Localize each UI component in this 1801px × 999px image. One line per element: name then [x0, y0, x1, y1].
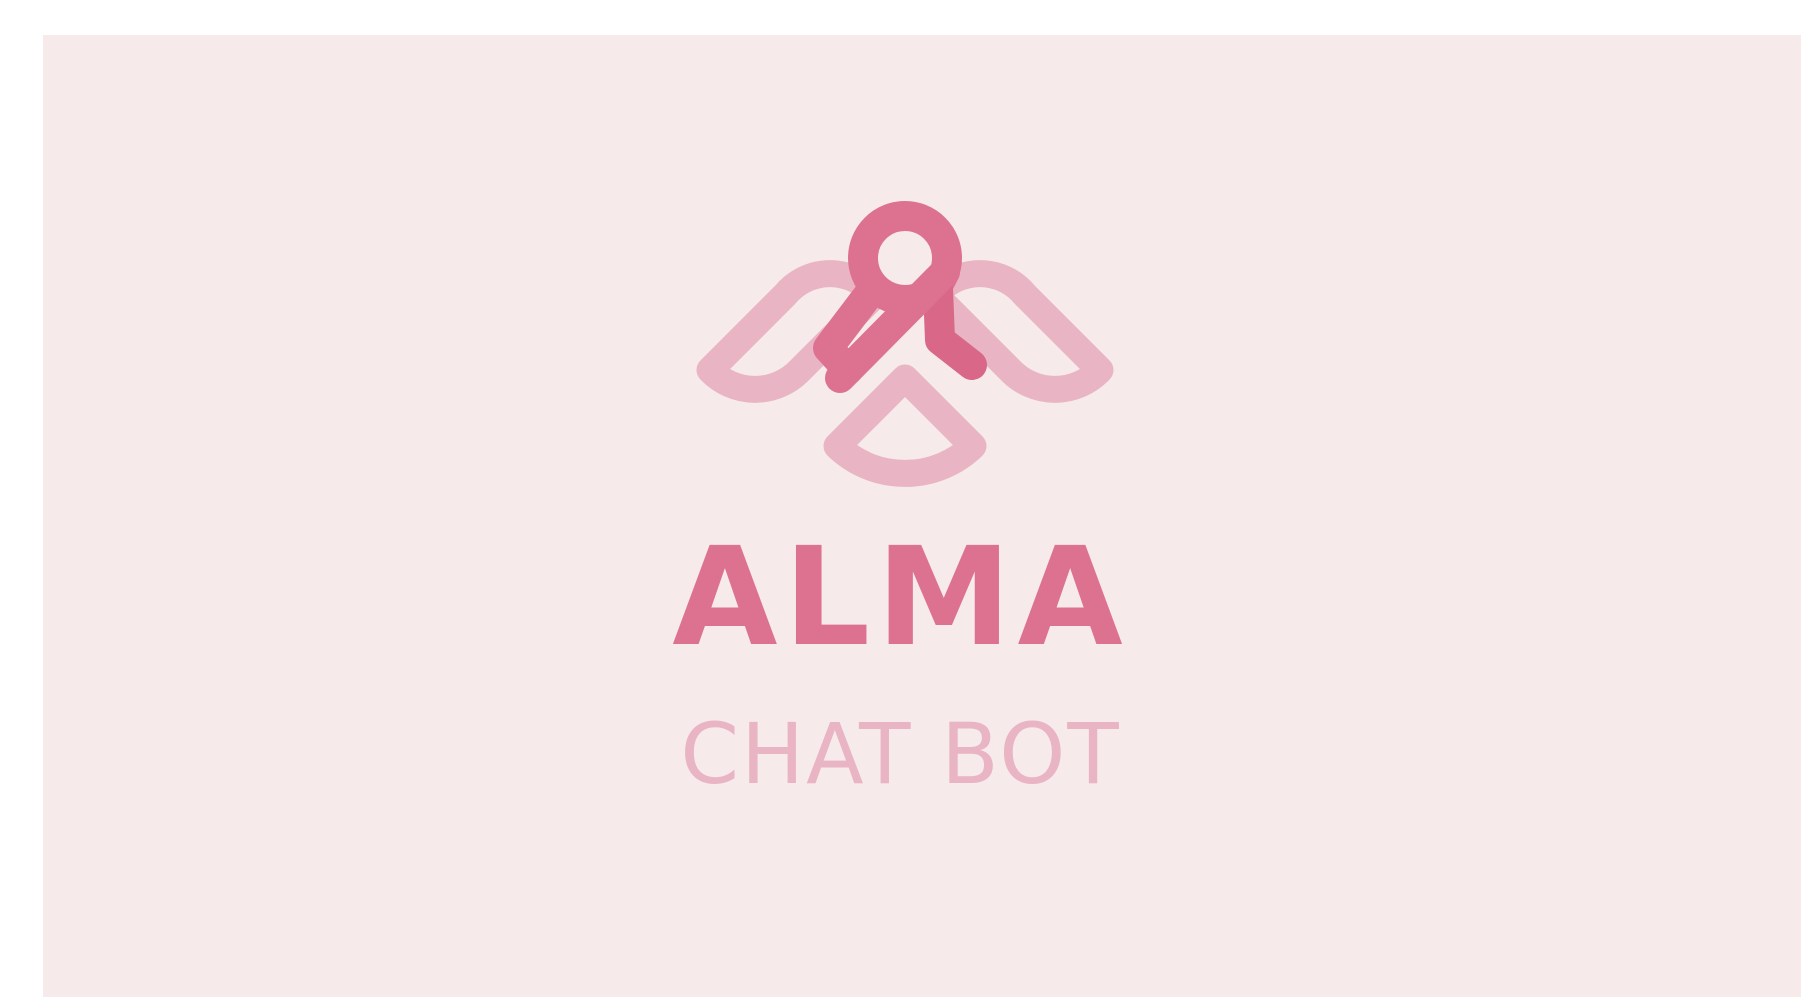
- angel-body: [823, 364, 987, 487]
- angel-ribbon-icon: [696, 201, 1114, 487]
- brand-tagline: CHAT BOT: [680, 705, 1121, 803]
- brand-name: ALMA: [672, 519, 1129, 677]
